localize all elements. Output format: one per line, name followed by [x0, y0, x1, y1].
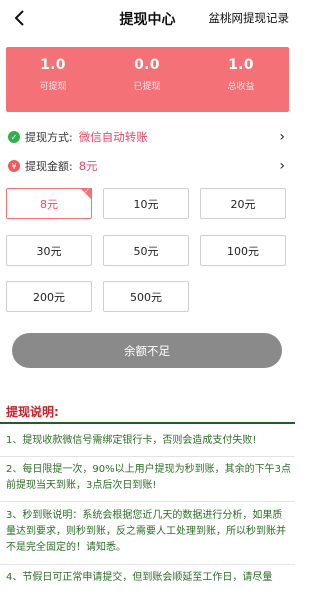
stat-label: 总收益	[227, 82, 255, 92]
note-item: 4、节假日可正常申请提交，但到账会顺延至工作日，请尽量	[6, 572, 273, 583]
note-divider	[0, 564, 295, 565]
stat-withdrawn: 0.0 已提现	[100, 57, 194, 92]
chevron-right-icon: ›	[279, 129, 285, 145]
notes-title: 提现说明:	[6, 405, 59, 419]
amount-option-500[interactable]: 500元	[103, 281, 189, 312]
stat-value: 0.0	[134, 57, 160, 73]
note-item: 3、秒到账说明：系统会根据您近几天的数据进行分析，如果质量达到要求，则秒到账，反…	[6, 510, 286, 553]
amount-value: 8元	[78, 159, 98, 173]
amount-label: 提现金额:	[25, 160, 73, 173]
balance-summary-card: 1.0 可提现 0.0 已提现 1.0 总收益	[6, 47, 289, 112]
amount-option-label: 50元	[133, 244, 159, 258]
amount-option-label: 200元	[33, 290, 65, 304]
amount-option-label: 10元	[133, 197, 159, 211]
withdraw-record-link[interactable]: 盆桃网提现记录	[209, 10, 290, 26]
amount-option-200[interactable]: 200元	[6, 281, 92, 312]
note-item: 1、提现收款微信号需绑定银行卡，否则会造成支付失败!	[6, 435, 257, 446]
stat-label: 可提现	[39, 82, 67, 92]
amount-option-100[interactable]: 100元	[200, 235, 286, 266]
amount-option-20[interactable]: 20元	[200, 188, 286, 219]
amount-option-10[interactable]: 10元	[103, 188, 189, 219]
check-icon: ✓	[84, 187, 90, 195]
amount-option-label: 20元	[230, 197, 256, 211]
withdraw-method-row[interactable]: ✓ 提现方式: 微信自动转账 ›	[8, 128, 289, 146]
chevron-right-icon: ›	[279, 158, 285, 174]
amount-option-label: 500元	[130, 290, 162, 304]
header: 提现中心 盆桃网提现记录	[0, 0, 295, 38]
amount-option-label: 100元	[227, 244, 259, 258]
withdraw-page: 提现中心 盆桃网提现记录 1.0 可提现 0.0 已提现 1.0 总收益 ✓ 提…	[0, 0, 295, 590]
withdraw-submit-button[interactable]: 余额不足	[12, 333, 282, 368]
amount-option-label: 8元	[40, 197, 58, 211]
check-icon: ✓	[8, 131, 20, 143]
stat-total-earnings: 1.0 总收益	[194, 57, 288, 92]
amount-option-8[interactable]: 8元 ✓	[6, 187, 92, 219]
notes-divider	[0, 422, 295, 424]
yen-icon: ¥	[8, 160, 20, 172]
note-divider	[0, 456, 295, 457]
amount-option-50[interactable]: 50元	[103, 235, 189, 266]
amount-option-label: 30元	[36, 244, 62, 258]
withdraw-amount-row[interactable]: ¥ 提现金额: 8元 ›	[8, 157, 289, 175]
amount-option-30[interactable]: 30元	[6, 235, 92, 266]
stat-label: 已提现	[133, 82, 161, 92]
note-item: 2、每日限提一次，90%以上用户提现为秒到账，其余的下午3点前提现当天到账，3点…	[6, 464, 291, 491]
method-value: 微信自动转账	[78, 130, 148, 144]
stat-value: 1.0	[228, 57, 254, 73]
note-divider	[0, 501, 295, 502]
stat-value: 1.0	[40, 57, 66, 73]
stat-withdrawable: 1.0 可提现	[6, 57, 100, 92]
method-label: 提现方式:	[25, 131, 73, 144]
